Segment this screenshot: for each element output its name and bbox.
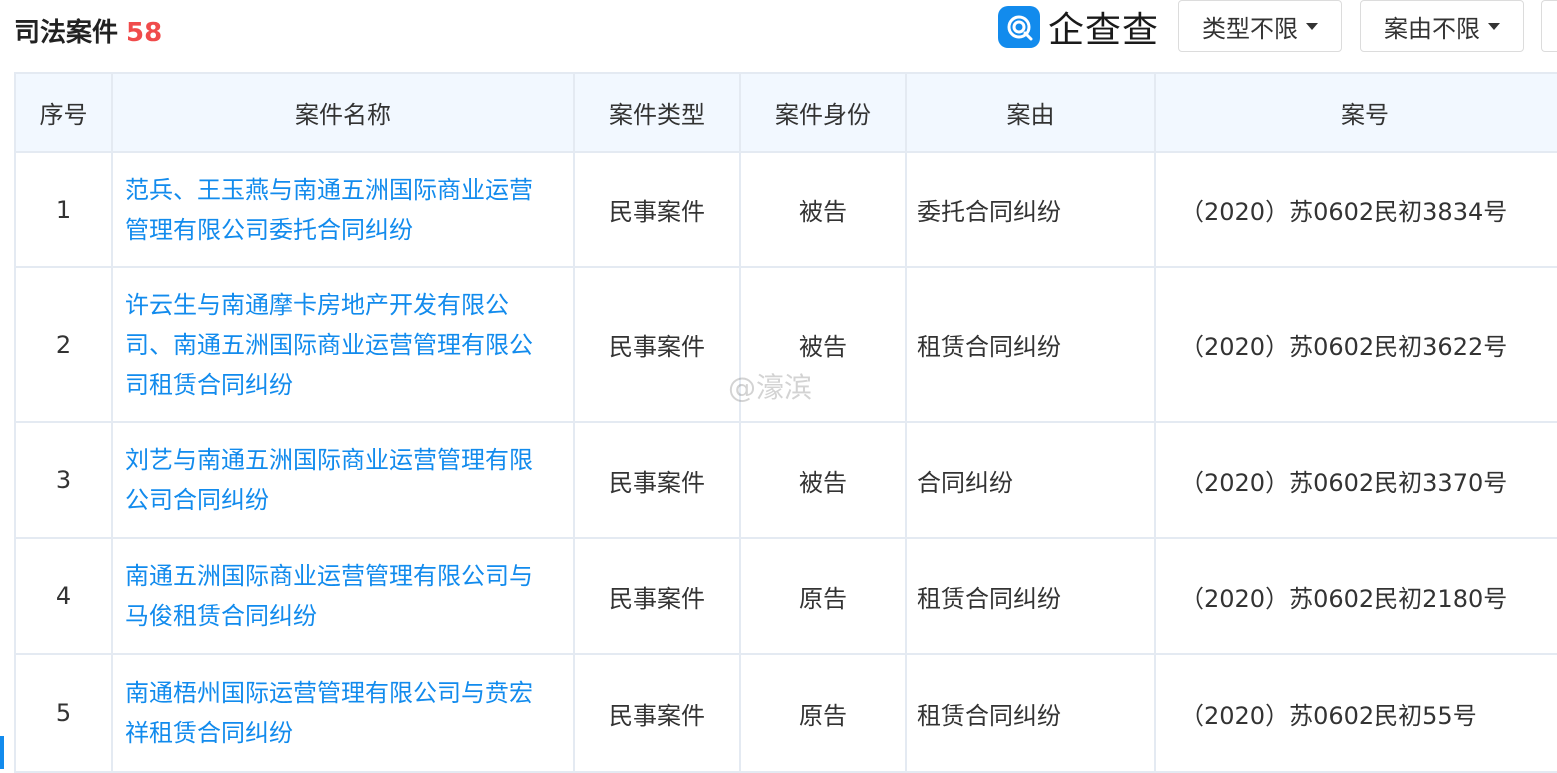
case-name-line: 祥租赁合同纠纷 (125, 719, 293, 747)
case-name-link[interactable]: 许云生与南通摩卡房地产开发有限公 司、南通五洲国际商业运营管理有限公 司租赁合同纠纷 (125, 291, 533, 399)
case-number-cell: （2020）苏0602民初3370号 (1154, 421, 1557, 539)
row-index: 2 (14, 266, 113, 423)
case-name-cell: 南通五洲国际商业运营管理有限公司与 马俊租赁合同纠纷 (111, 537, 575, 655)
case-type-cell: 民事案件 (573, 266, 741, 423)
qichacha-logo: 企查查 (998, 6, 1159, 51)
case-number-cell: （2020）苏0602民初55号 (1154, 653, 1557, 773)
column-header-case-name: 案件名称 (111, 72, 575, 153)
case-count-badge: 58 (126, 18, 163, 48)
column-header-case-reason: 案由 (905, 72, 1156, 153)
header-bar: 司法案件 58 企查查 类型不限 案由不限 (0, 0, 1557, 72)
case-number-cell: （2020）苏0602民初3834号 (1154, 151, 1557, 268)
case-name-line: 刘艺与南通五洲国际商业运营管理有限 (125, 446, 533, 474)
chevron-down-icon (1488, 22, 1500, 30)
more-filter-dropdown[interactable] (1541, 0, 1557, 52)
case-role-cell: 被告 (739, 151, 907, 268)
case-name-cell: 南通梧州国际运营管理有限公司与贲宏 祥租赁合同纠纷 (111, 653, 575, 773)
case-reason-filter-label: 案由不限 (1384, 14, 1480, 43)
case-type-cell: 民事案件 (573, 151, 741, 268)
case-name-line: 范兵、王玉燕与南通五洲国际商业运营 (125, 175, 533, 204)
qichacha-logo-icon (998, 6, 1040, 48)
table-header-row: 序号 案件名称 案件类型 案件身份 案由 案号 (14, 72, 1557, 153)
case-name-line: 马俊租赁合同纠纷 (125, 602, 317, 630)
column-header-case-role: 案件身份 (739, 72, 907, 153)
case-name-line: 司、南通五洲国际商业运营管理有限公 (125, 330, 533, 359)
case-role-cell: 被告 (739, 421, 907, 539)
case-name-line: 南通梧州国际运营管理有限公司与贲宏 (125, 679, 533, 707)
case-reason-cell: 租赁合同纠纷 (905, 266, 1156, 423)
case-reason-cell: 合同纠纷 (905, 421, 1156, 539)
case-role-cell: 原告 (739, 653, 907, 773)
case-name-link[interactable]: 刘艺与南通五洲国际商业运营管理有限 公司合同纠纷 (125, 446, 533, 514)
row-index: 5 (14, 653, 113, 773)
column-header-case-number: 案号 (1154, 72, 1557, 153)
case-reason-cell: 租赁合同纠纷 (905, 653, 1156, 773)
table-row: 5 南通梧州国际运营管理有限公司与贲宏 祥租赁合同纠纷 民事案件 原告 租赁合同纠… (14, 653, 1557, 773)
case-name-line: 南通五洲国际商业运营管理有限公司与 (125, 562, 533, 590)
case-type-cell: 民事案件 (573, 421, 741, 539)
case-name-link[interactable]: 范兵、王玉燕与南通五洲国际商业运营 管理有限公司委托合同纠纷 (125, 176, 533, 244)
case-role-cell: 原告 (739, 537, 907, 655)
page-title-text: 司法案件 (14, 18, 119, 48)
judicial-cases-table-container: 序号 案件名称 案件类型 案件身份 案由 案号 1 范兵、王玉燕与南通五洲国际商… (14, 72, 1557, 773)
case-reason-filter-dropdown[interactable]: 案由不限 (1360, 0, 1524, 52)
case-name-line: 司租赁合同纠纷 (125, 370, 293, 399)
case-name-cell: 刘艺与南通五洲国际商业运营管理有限 公司合同纠纷 (111, 421, 575, 539)
judicial-cases-table: 序号 案件名称 案件类型 案件身份 案由 案号 1 范兵、王玉燕与南通五洲国际商… (14, 72, 1557, 773)
case-type-filter-dropdown[interactable]: 类型不限 (1178, 0, 1342, 52)
case-name-link[interactable]: 南通五洲国际商业运营管理有限公司与 马俊租赁合同纠纷 (125, 562, 533, 630)
case-type-cell: 民事案件 (573, 653, 741, 773)
case-name-link[interactable]: 南通梧州国际运营管理有限公司与贲宏 祥租赁合同纠纷 (125, 679, 533, 747)
case-type-cell: 民事案件 (573, 537, 741, 655)
case-type-filter-label: 类型不限 (1202, 14, 1298, 43)
row-index: 3 (14, 421, 113, 539)
case-name-line: 公司合同纠纷 (125, 486, 269, 514)
case-number-cell: （2020）苏0602民初2180号 (1154, 537, 1557, 655)
case-name-line: 管理有限公司委托合同纠纷 (125, 215, 413, 244)
row-index: 4 (14, 537, 113, 655)
page-title: 司法案件 58 (14, 12, 162, 49)
row-index: 1 (14, 151, 113, 268)
case-reason-cell: 委托合同纠纷 (905, 151, 1156, 268)
case-name-cell: 范兵、王玉燕与南通五洲国际商业运营 管理有限公司委托合同纠纷 (111, 151, 575, 268)
case-number-cell: （2020）苏0602民初3622号 (1154, 266, 1557, 423)
case-name-cell: 许云生与南通摩卡房地产开发有限公 司、南通五洲国际商业运营管理有限公 司租赁合同纠纷 (111, 266, 575, 423)
table-row: 4 南通五洲国际商业运营管理有限公司与 马俊租赁合同纠纷 民事案件 原告 租赁合同… (14, 537, 1557, 655)
chevron-down-icon (1306, 22, 1318, 30)
side-scroll-marker (0, 736, 4, 769)
qichacha-logo-text: 企查查 (1048, 10, 1160, 51)
watermark-text: @濠滨 (728, 371, 813, 404)
table-row: 1 范兵、王玉燕与南通五洲国际商业运营 管理有限公司委托合同纠纷 民事案件 被告 … (14, 151, 1557, 268)
table-row: 3 刘艺与南通五洲国际商业运营管理有限 公司合同纠纷 民事案件 被告 合同纠纷 （… (14, 421, 1557, 539)
column-header-case-type: 案件类型 (573, 72, 741, 153)
column-header-index: 序号 (14, 72, 113, 153)
case-name-line: 许云生与南通摩卡房地产开发有限公 (125, 290, 509, 319)
case-reason-cell: 租赁合同纠纷 (905, 537, 1156, 655)
